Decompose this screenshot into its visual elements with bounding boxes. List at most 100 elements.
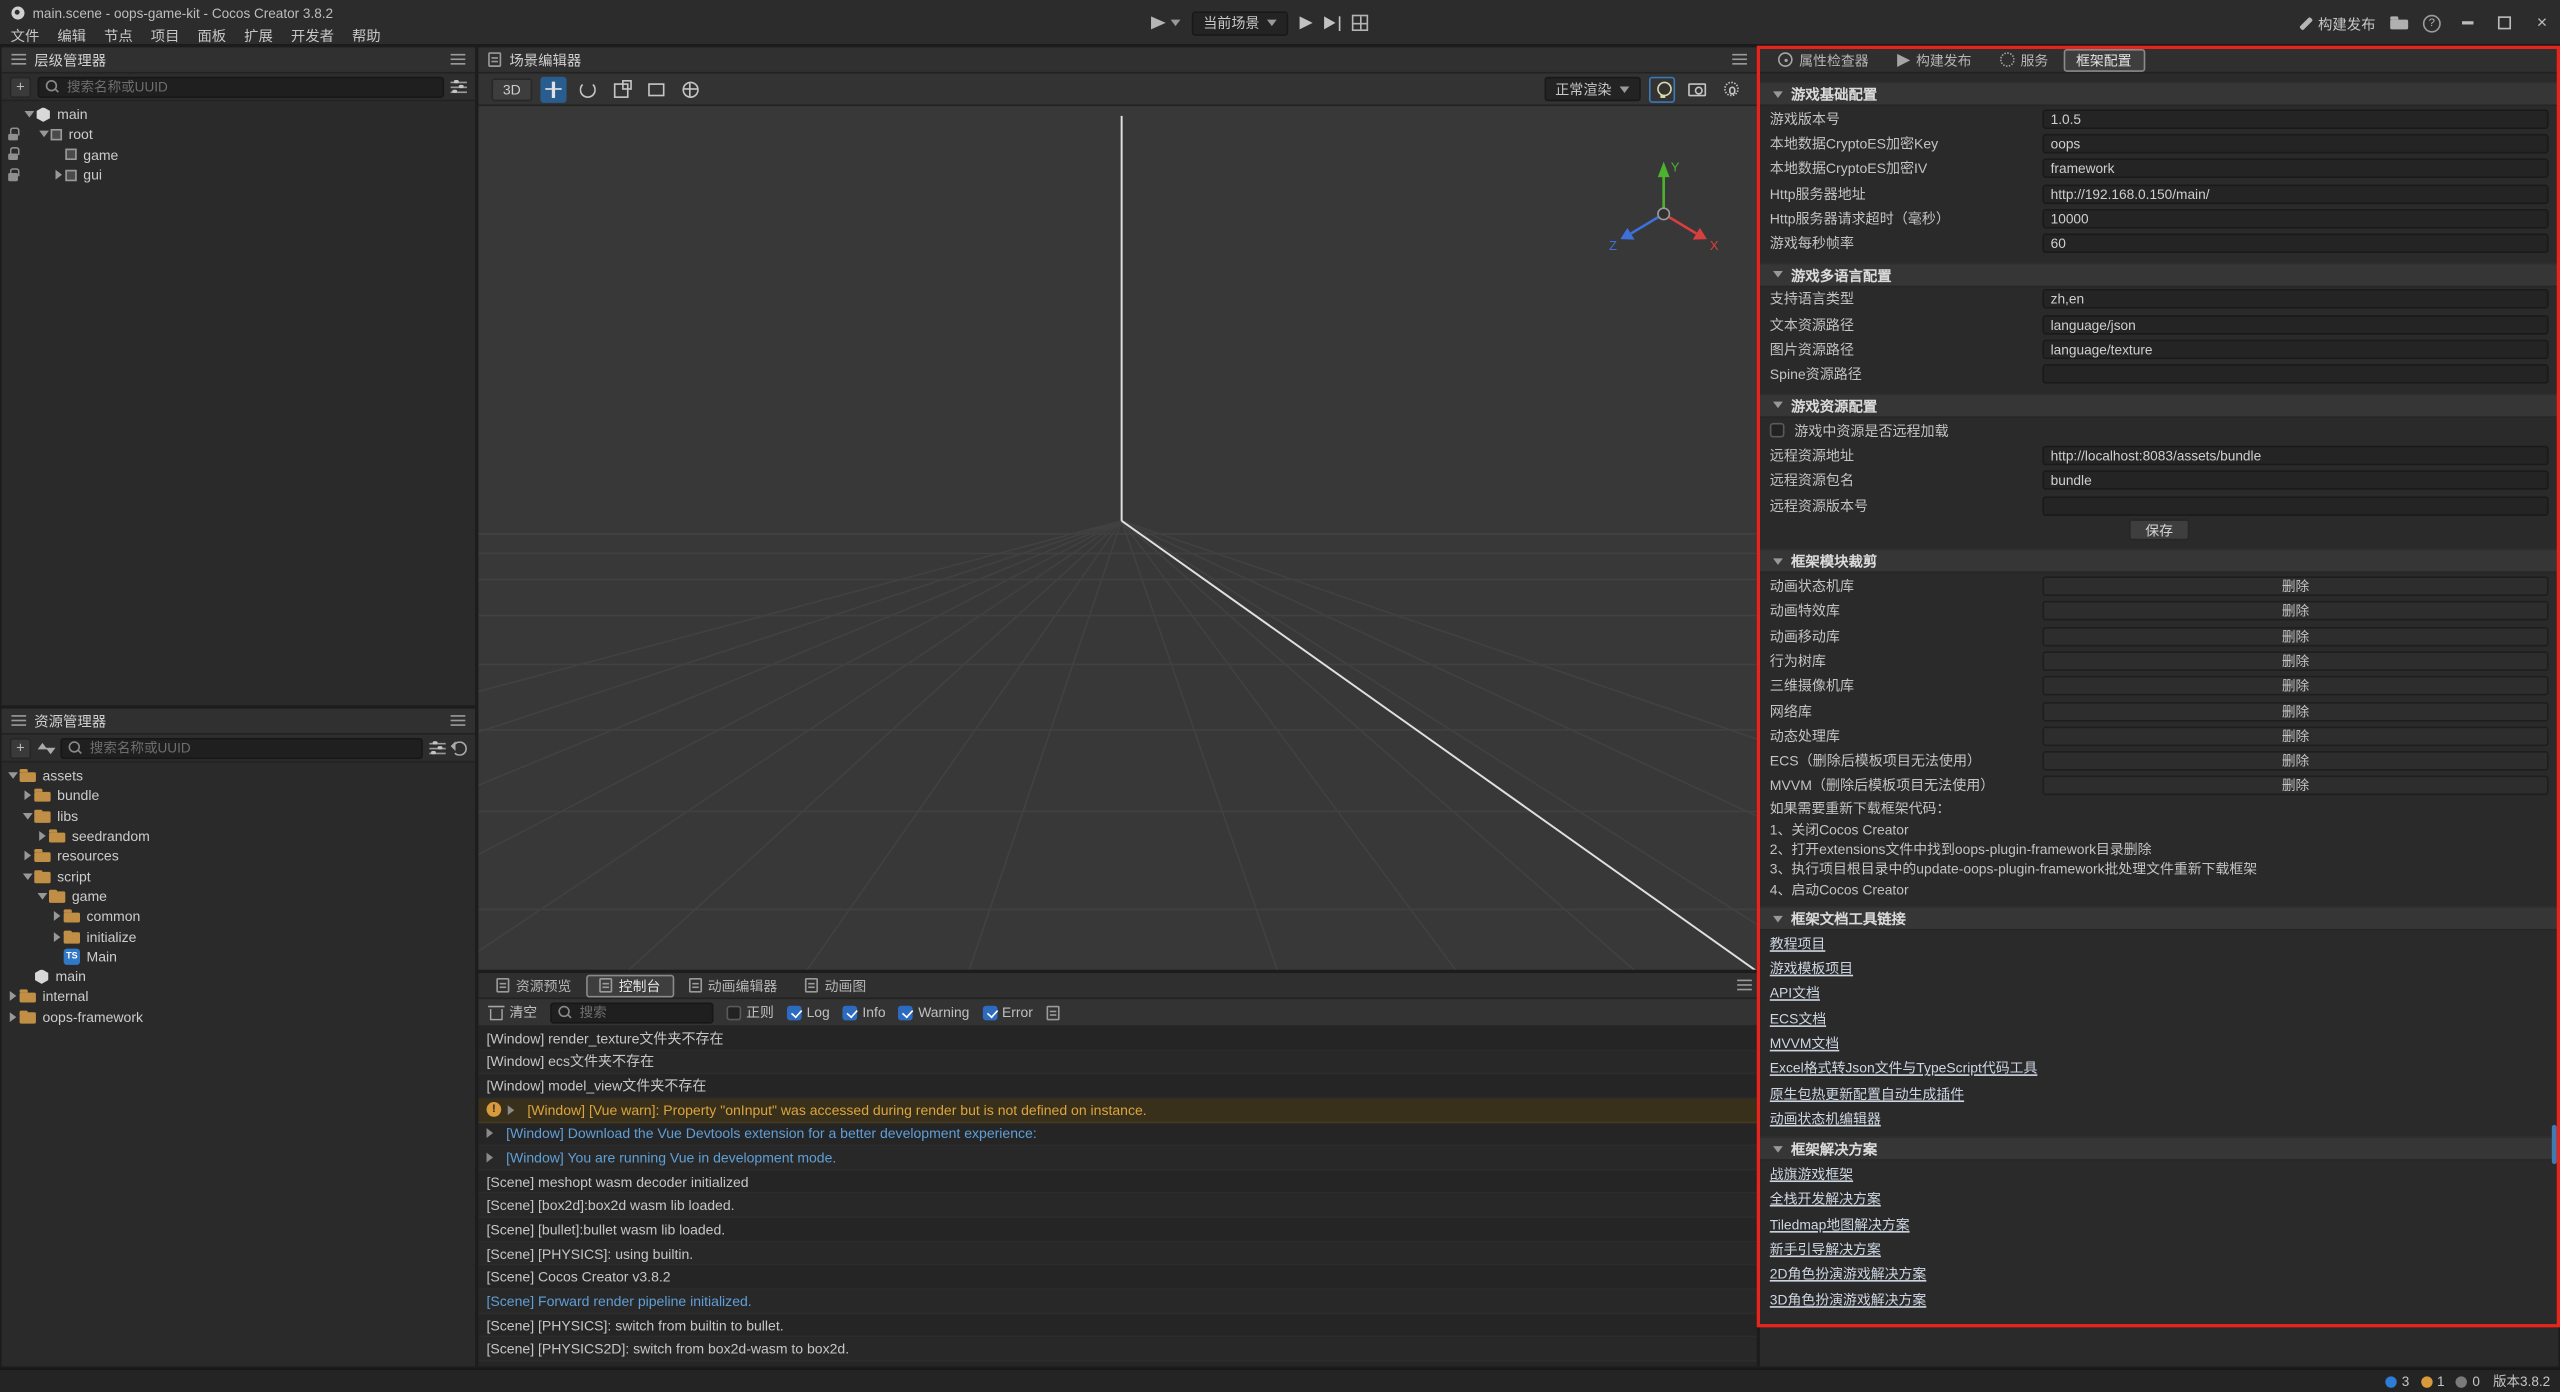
- field-input[interactable]: [2042, 209, 2548, 229]
- build-publish-button[interactable]: 构建发布: [2298, 12, 2375, 33]
- panel-menu-icon[interactable]: [451, 714, 466, 727]
- message-count-0[interactable]: 3: [2385, 1373, 2409, 1389]
- rotate-tool-button[interactable]: [575, 76, 601, 102]
- expand-arrow-icon[interactable]: [20, 851, 35, 861]
- tree-row[interactable]: oops-framework: [2, 1007, 475, 1027]
- view-settings-button[interactable]: [1718, 76, 1744, 102]
- help-icon[interactable]: [2423, 14, 2441, 32]
- expand-arrow-icon[interactable]: [34, 831, 49, 841]
- panel-menu-icon[interactable]: [1737, 979, 1752, 992]
- scene-viewport[interactable]: Y X Z: [478, 106, 1756, 970]
- axis-gizmo[interactable]: Y X Z: [1603, 149, 1724, 270]
- doc-link[interactable]: 全栈开发解决方案: [1770, 1189, 1881, 1209]
- doc-link[interactable]: API文档: [1770, 983, 1820, 1003]
- doc-link[interactable]: ECS文档: [1770, 1008, 1826, 1028]
- close-button[interactable]: [2531, 11, 2554, 34]
- console-tab-1[interactable]: 控制台: [586, 974, 673, 997]
- minimize-button[interactable]: [2456, 11, 2479, 34]
- doc-link[interactable]: Excel格式转Json文件与TypeScript代码工具: [1770, 1058, 2038, 1078]
- tree-row[interactable]: game: [2, 886, 475, 906]
- step-button[interactable]: [1325, 16, 1341, 31]
- scale-tool-button[interactable]: [609, 76, 635, 102]
- section-header[interactable]: 框架解决方案: [1760, 1137, 2558, 1161]
- menu-item-2[interactable]: 节点: [95, 24, 142, 45]
- log-row[interactable]: [Window] Download the Vue Devtools exten…: [478, 1123, 1756, 1147]
- tree-row[interactable]: game: [2, 145, 475, 165]
- doc-link[interactable]: 游戏模板项目: [1770, 958, 1853, 978]
- inspector-tab-2[interactable]: 服务: [1986, 48, 2061, 71]
- filter-error[interactable]: Error: [982, 1004, 1032, 1020]
- expand-arrow-icon[interactable]: [487, 1153, 500, 1163]
- tree-row[interactable]: assets: [2, 766, 475, 786]
- delete-button[interactable]: 删除: [2042, 626, 2548, 646]
- section-header[interactable]: 游戏多语言配置: [1760, 263, 2558, 287]
- open-folder-icon[interactable]: [2390, 16, 2408, 29]
- doc-link[interactable]: 教程项目: [1770, 933, 1826, 953]
- collapse-logs-icon[interactable]: [1046, 1005, 1059, 1020]
- preview-target-button[interactable]: [1151, 16, 1180, 29]
- filter-warning[interactable]: Warning: [899, 1004, 970, 1020]
- remote-load-checkbox[interactable]: [1770, 423, 1785, 438]
- delete-button[interactable]: 删除: [2042, 651, 2548, 671]
- expand-arrow-icon[interactable]: [487, 1129, 500, 1139]
- expand-arrow-icon[interactable]: [49, 931, 64, 941]
- tree-row[interactable]: Main: [2, 946, 475, 966]
- panel-menu-icon[interactable]: [451, 53, 466, 66]
- log-row[interactable]: [Scene] Forward render pipeline initiali…: [478, 1290, 1756, 1314]
- tree-row[interactable]: main: [2, 104, 475, 124]
- log-row[interactable]: [Scene] [box2d]:box2d wasm lib loaded.: [478, 1194, 1756, 1218]
- delete-button[interactable]: 删除: [2042, 701, 2548, 721]
- filter-info[interactable]: Info: [843, 1004, 886, 1020]
- tree-row[interactable]: script: [2, 866, 475, 886]
- delete-button[interactable]: 删除: [2042, 726, 2548, 746]
- lock-icon[interactable]: [5, 128, 21, 142]
- menu-item-3[interactable]: 项目: [142, 24, 189, 45]
- field-input[interactable]: [2042, 290, 2548, 310]
- field-input[interactable]: [2042, 315, 2548, 335]
- log-row[interactable]: [Scene] meshopt wasm decoder initialized: [478, 1170, 1756, 1194]
- filter-icon[interactable]: [429, 741, 445, 754]
- log-row[interactable]: [Scene] [bullet]:bullet wasm lib loaded.: [478, 1218, 1756, 1242]
- message-count-1[interactable]: 1: [2421, 1373, 2445, 1389]
- inspector-tab-0[interactable]: 属性检查器: [1765, 48, 1882, 71]
- log-row[interactable]: [Window] model_view文件夹不存在: [478, 1075, 1756, 1099]
- menu-item-1[interactable]: 编辑: [48, 24, 95, 45]
- expand-arrow-icon[interactable]: [20, 791, 35, 801]
- mode-3d-button[interactable]: 3D: [491, 78, 532, 101]
- gizmo-space-button[interactable]: [678, 76, 704, 102]
- filter-log[interactable]: Log: [787, 1004, 830, 1020]
- console-tab-0[interactable]: 资源预览: [483, 974, 584, 997]
- delete-button[interactable]: 删除: [2042, 751, 2548, 771]
- scene-select[interactable]: 当前场景: [1192, 11, 1289, 35]
- section-header[interactable]: 框架文档工具链接: [1760, 906, 2558, 930]
- expand-arrow-icon[interactable]: [5, 1012, 20, 1022]
- assets-search-input[interactable]: [90, 740, 415, 756]
- tree-row[interactable]: resources: [2, 846, 475, 866]
- menu-item-4[interactable]: 面板: [188, 24, 235, 45]
- delete-button[interactable]: 删除: [2042, 776, 2548, 796]
- console-search-input[interactable]: [580, 1004, 706, 1020]
- section-header[interactable]: 游戏资源配置: [1760, 393, 2558, 417]
- play-button[interactable]: [1300, 16, 1313, 29]
- log-row[interactable]: [Scene] [PHYSICS2D]: switch from box2d-w…: [478, 1338, 1756, 1362]
- tree-row[interactable]: main: [2, 966, 475, 986]
- section-header[interactable]: 框架模块裁剪: [1760, 549, 2558, 573]
- menu-item-7[interactable]: 帮助: [343, 24, 390, 45]
- field-input[interactable]: [2042, 496, 2548, 516]
- field-input[interactable]: [2042, 184, 2548, 204]
- message-count-2[interactable]: 0: [2456, 1373, 2480, 1389]
- console-tab-3[interactable]: 动画图: [792, 974, 879, 997]
- field-input[interactable]: [2042, 159, 2548, 179]
- lock-icon[interactable]: [5, 168, 21, 182]
- expand-arrow-icon[interactable]: [34, 893, 49, 900]
- log-row[interactable]: [Window] ecs文件夹不存在: [478, 1051, 1756, 1075]
- log-row[interactable]: [Scene] Cocos Creator v3.8.2: [478, 1266, 1756, 1290]
- tree-row[interactable]: bundle: [2, 786, 475, 806]
- regex-toggle[interactable]: 正则: [727, 1002, 774, 1022]
- expand-arrow-icon[interactable]: [5, 772, 20, 779]
- field-input[interactable]: [2042, 340, 2548, 360]
- hierarchy-search-input[interactable]: [67, 78, 436, 94]
- move-tool-button[interactable]: [540, 76, 566, 102]
- field-input[interactable]: [2042, 234, 2548, 254]
- log-row[interactable]: [Window] You are running Vue in developm…: [478, 1146, 1756, 1170]
